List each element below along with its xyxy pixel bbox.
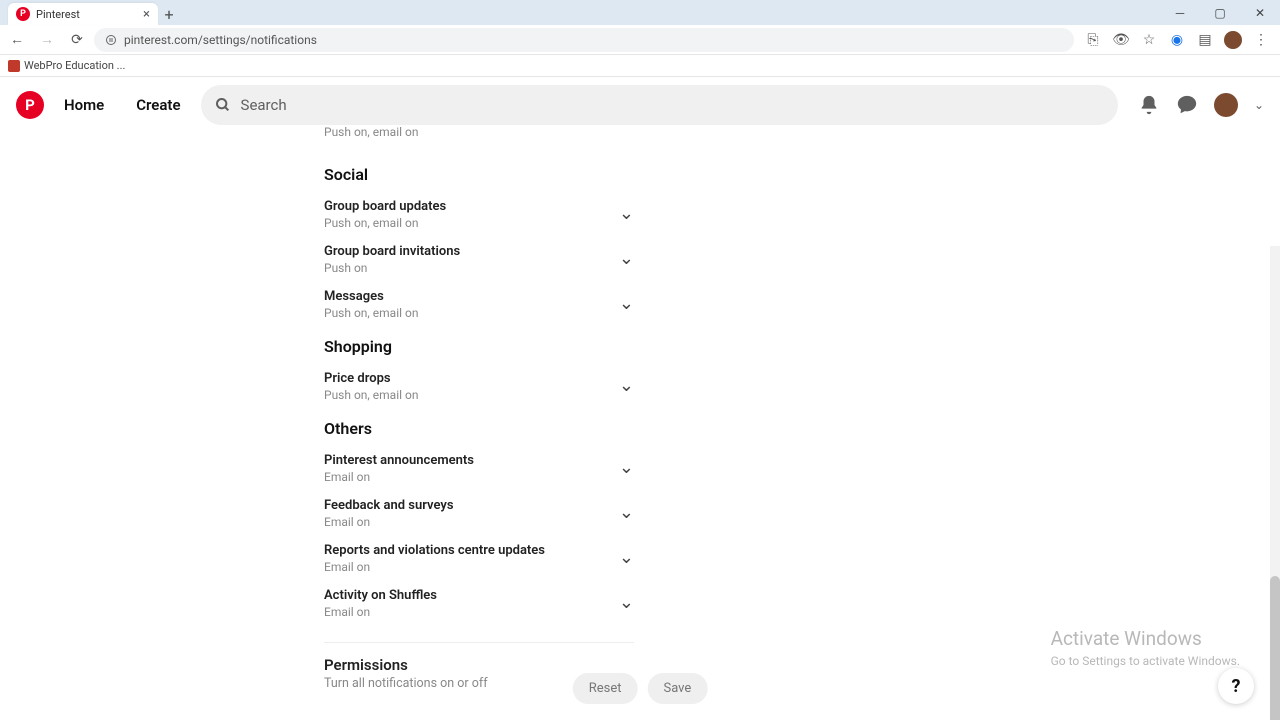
row-pinterest-announcements[interactable]: Pinterest announcementsEmail on ⌄ (324, 446, 634, 491)
messages-icon[interactable] (1176, 94, 1198, 116)
browser-tab[interactable]: P Pinterest × (8, 3, 158, 25)
notifications-icon[interactable] (1138, 94, 1160, 116)
row-group-board-updates[interactable]: Group board updatesPush on, email on ⌄ (324, 192, 634, 237)
chevron-down-icon: ⌄ (619, 199, 634, 224)
scrollbar-track[interactable] (1270, 246, 1280, 720)
address-bar[interactable]: pinterest.com/settings/notifications (94, 28, 1074, 52)
section-others-title: Others (324, 409, 634, 446)
chevron-down-icon: ⌄ (619, 244, 634, 269)
pinterest-favicon: P (16, 7, 30, 21)
incognito-icon[interactable]: 👁 (1112, 31, 1130, 49)
chevron-down-icon: ⌄ (619, 371, 634, 396)
bookmark-item[interactable]: WebPro Education ... (24, 59, 125, 72)
pinterest-logo-icon[interactable]: P (16, 91, 44, 119)
row-feedback-surveys[interactable]: Feedback and surveysEmail on ⌄ (324, 491, 634, 536)
reset-button[interactable]: Reset (573, 673, 638, 704)
browser-profile-avatar[interactable] (1224, 31, 1242, 49)
close-tab-icon[interactable]: × (143, 7, 150, 22)
site-info-icon[interactable] (104, 33, 118, 47)
search-bar[interactable]: Search (201, 85, 1118, 125)
save-bar: Reset Save (573, 673, 708, 704)
save-button[interactable]: Save (647, 673, 707, 704)
app-icon[interactable]: ▤ (1196, 31, 1214, 49)
nav-create[interactable]: Create (124, 96, 192, 114)
extension-icon[interactable]: ◉ (1168, 31, 1186, 49)
forward-button[interactable]: → (34, 27, 60, 53)
window-controls: ─ ▢ ✕ (1160, 0, 1280, 25)
chevron-down-icon: ⌄ (619, 543, 634, 568)
chevron-down-icon: ⌄ (619, 453, 634, 478)
windows-watermark: Activate Windows Go to Settings to activ… (1051, 627, 1240, 668)
browser-menu-icon[interactable]: ⋮ (1252, 31, 1270, 49)
row-price-drops[interactable]: Price dropsPush on, email on ⌄ (324, 364, 634, 409)
account-menu-chevron-icon[interactable]: ⌄ (1254, 98, 1264, 112)
prev-item-status: Push on, email on (324, 123, 634, 155)
nav-home[interactable]: Home (52, 96, 116, 114)
row-activity-shuffles[interactable]: Activity on ShufflesEmail on ⌄ (324, 581, 634, 626)
toolbar-right: ⎘ 👁 ☆ ◉ ▤ ⋮ (1078, 31, 1276, 49)
row-messages[interactable]: MessagesPush on, email on ⌄ (324, 282, 634, 327)
browser-toolbar: ← → ⟳ pinterest.com/settings/notificatio… (0, 25, 1280, 55)
bookmarks-bar: WebPro Education ... (0, 55, 1280, 77)
maximize-icon[interactable]: ▢ (1200, 0, 1240, 25)
reload-button[interactable]: ⟳ (64, 27, 90, 53)
bookmark-star-icon[interactable]: ☆ (1140, 31, 1158, 49)
scrollbar-thumb[interactable] (1270, 576, 1280, 720)
user-avatar[interactable] (1214, 93, 1238, 117)
section-social-title: Social (324, 155, 634, 192)
back-button[interactable]: ← (4, 27, 30, 53)
browser-titlebar: P Pinterest × + ─ ▢ ✕ (0, 0, 1280, 25)
minimize-icon[interactable]: ─ (1160, 0, 1200, 25)
chevron-down-icon: ⌄ (619, 498, 634, 523)
help-button[interactable]: ? (1218, 668, 1254, 704)
chevron-down-icon: ⌄ (619, 289, 634, 314)
row-group-board-invitations[interactable]: Group board invitationsPush on ⌄ (324, 237, 634, 282)
divider (324, 642, 634, 643)
url-text: pinterest.com/settings/notifications (124, 33, 317, 47)
search-placeholder: Search (241, 96, 287, 114)
row-reports-violations[interactable]: Reports and violations centre updatesEma… (324, 536, 634, 581)
search-icon (215, 97, 231, 113)
settings-content: Push on, email on Social Group board upd… (0, 123, 1280, 720)
chevron-down-icon: ⌄ (619, 588, 634, 613)
tab-title: Pinterest (36, 8, 80, 21)
close-window-icon[interactable]: ✕ (1240, 0, 1280, 25)
section-shopping-title: Shopping (324, 327, 634, 364)
bookmark-favicon (8, 60, 20, 72)
install-icon[interactable]: ⎘ (1084, 31, 1102, 49)
new-tab-button[interactable]: + (158, 3, 180, 25)
